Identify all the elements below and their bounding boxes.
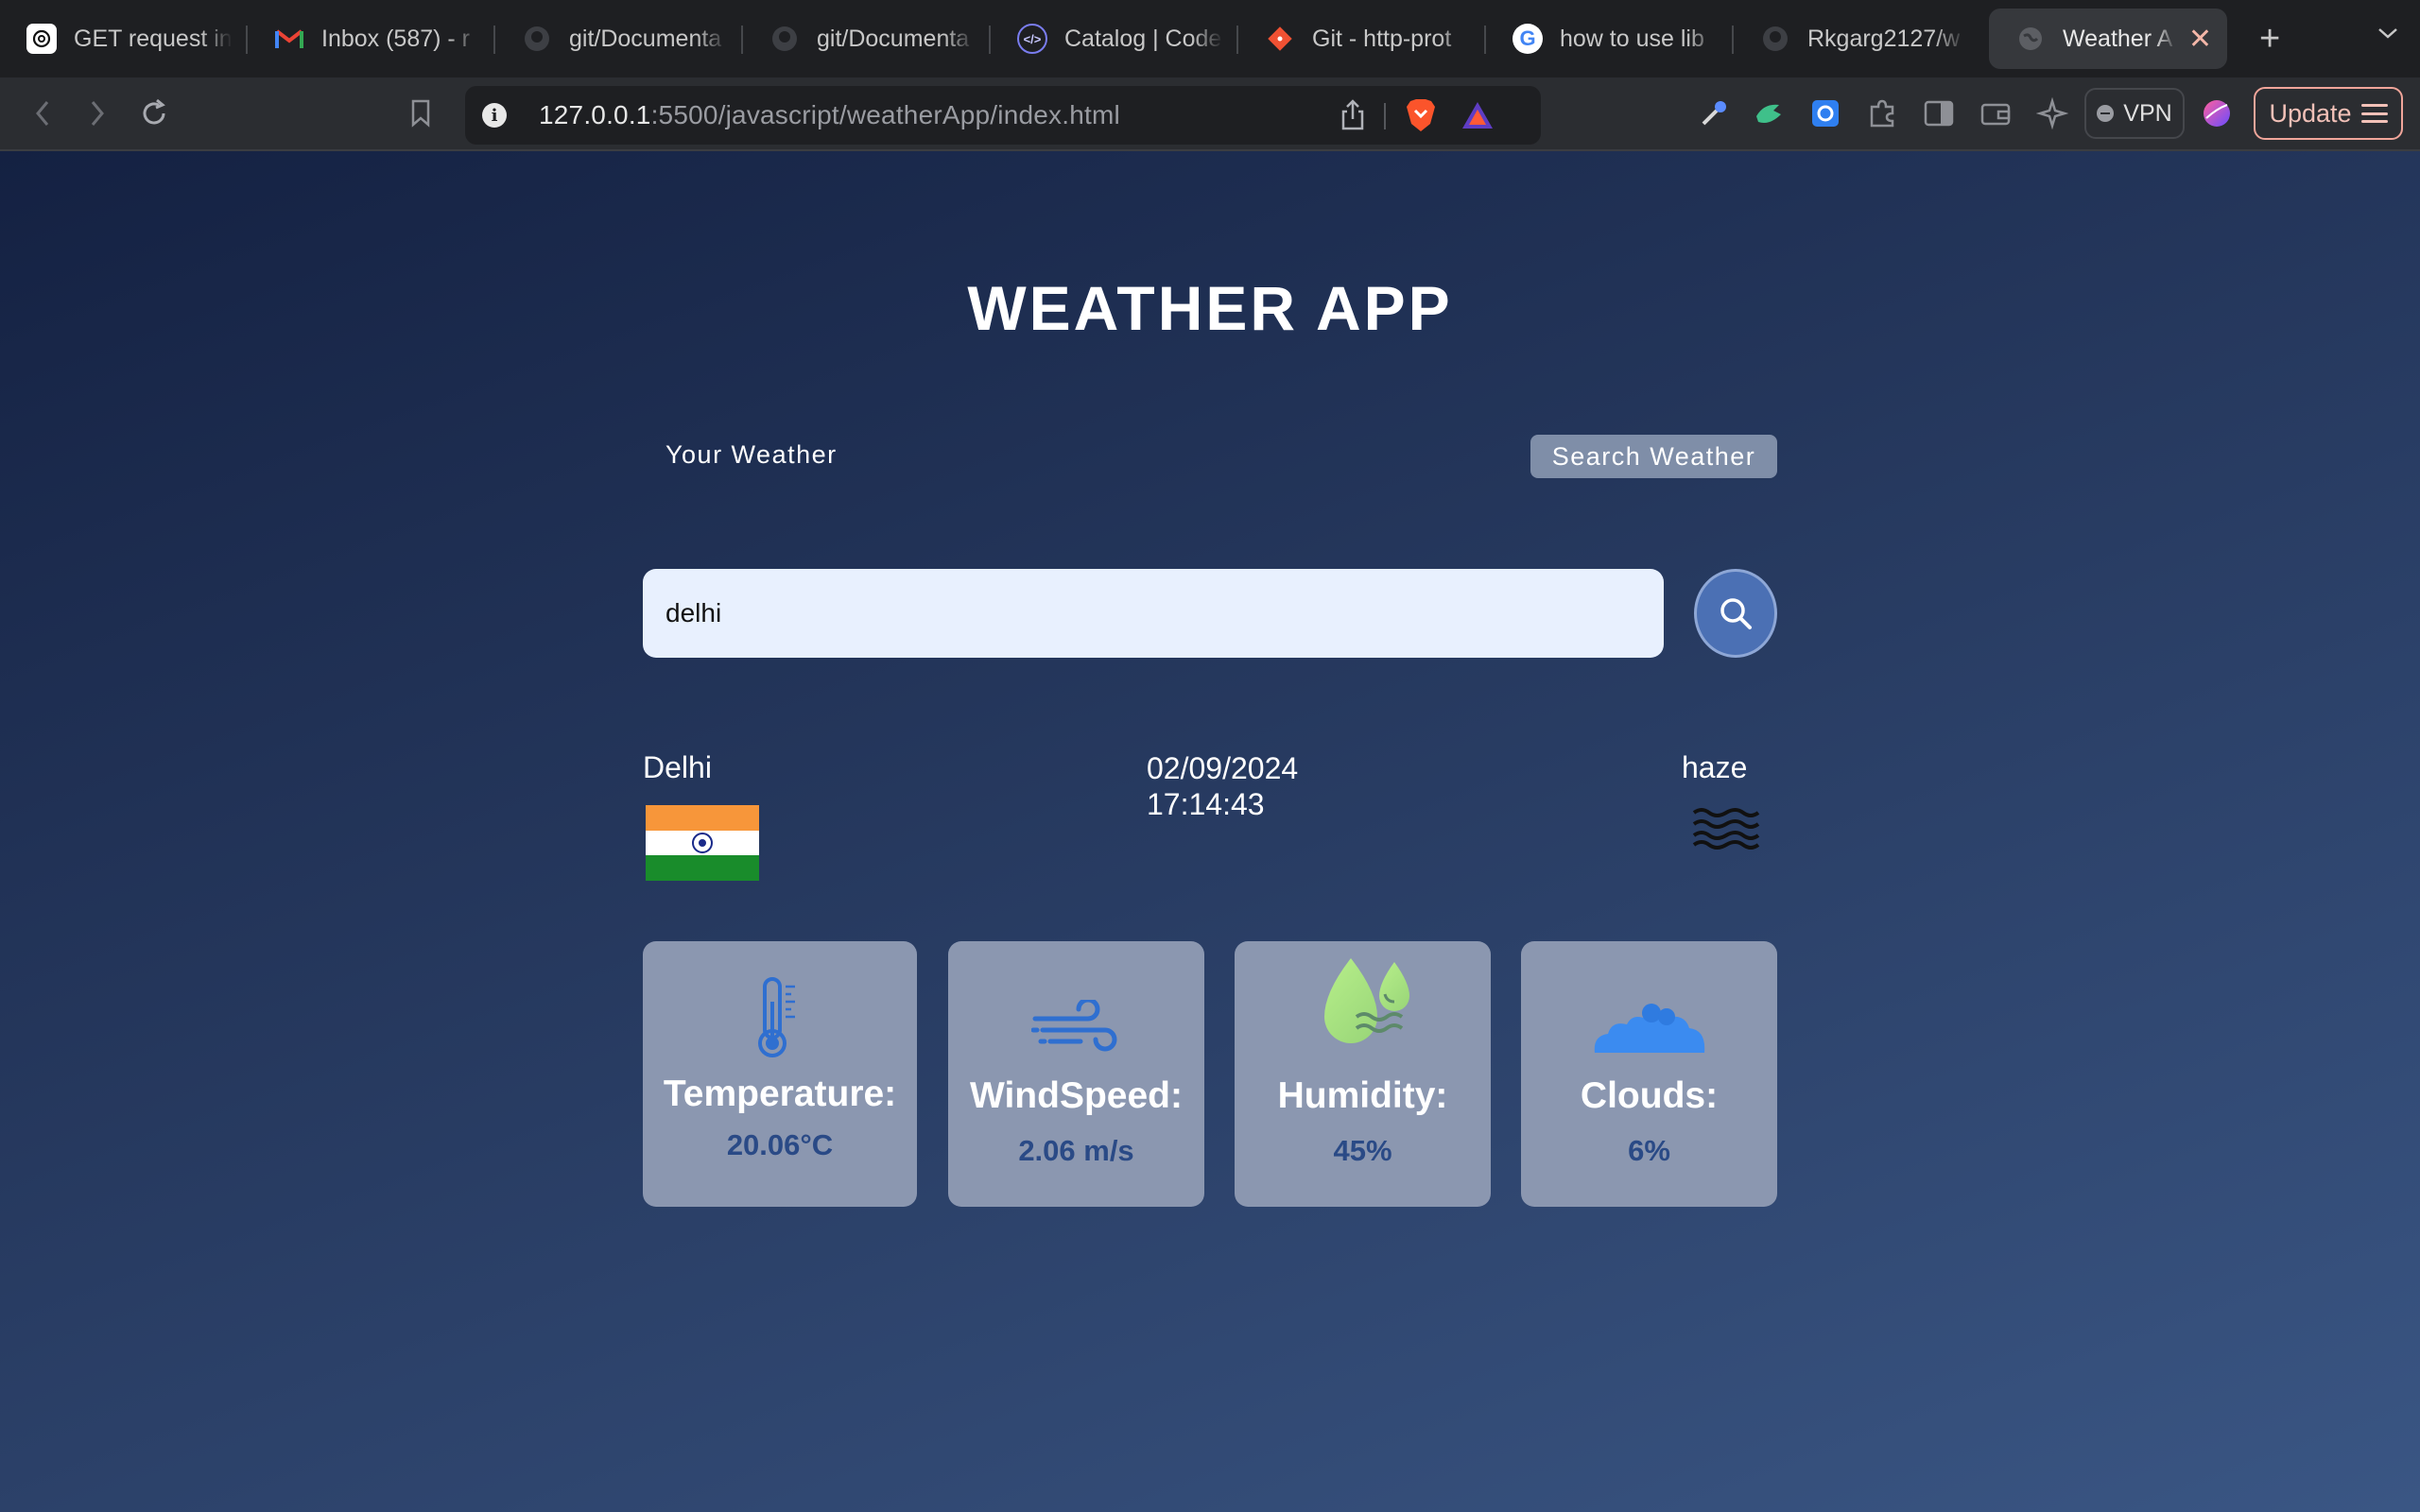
bird-extension-icon[interactable] bbox=[1751, 95, 1787, 131]
haze-icon bbox=[1692, 808, 1760, 850]
browser-tab[interactable]: Git - http-prot bbox=[1238, 9, 1486, 69]
share-icon[interactable] bbox=[1335, 97, 1371, 133]
browser-tab[interactable]: Rkgarg2127/w bbox=[1734, 9, 1981, 69]
eyedropper-icon[interactable] bbox=[1696, 95, 1732, 131]
chevron-down-icon[interactable] bbox=[2377, 21, 2399, 47]
clouds-card: Clouds: 6% bbox=[1521, 941, 1777, 1207]
brave-rewards-icon[interactable] bbox=[1460, 97, 1495, 133]
windspeed-label: WindSpeed: bbox=[970, 1075, 1183, 1116]
humidity-icon bbox=[1311, 941, 1415, 1057]
browser-tab[interactable]: GET request in bbox=[0, 9, 248, 69]
google-icon: G bbox=[1512, 24, 1543, 54]
tab-title: how to use lib bbox=[1560, 25, 1704, 52]
leo-ai-icon[interactable] bbox=[2034, 95, 2070, 131]
globe-icon bbox=[2015, 24, 2046, 54]
url-text[interactable]: 127.0.0.1:5500/javascript/weatherApp/ind… bbox=[539, 100, 1120, 130]
humidity-card: Humidity: 45% bbox=[1235, 941, 1491, 1207]
date-time: 02/09/2024 17:14:43 bbox=[1147, 750, 1298, 822]
browser-tab[interactable]: git/Documenta bbox=[743, 9, 991, 69]
clouds-label: Clouds: bbox=[1580, 1075, 1719, 1116]
humidity-label: Humidity: bbox=[1277, 1075, 1448, 1116]
extensions-puzzle-icon[interactable] bbox=[1864, 95, 1900, 131]
search-button[interactable] bbox=[1694, 569, 1777, 658]
menu-icon bbox=[2360, 104, 2388, 123]
github-icon bbox=[522, 24, 552, 54]
sidebar-icon[interactable] bbox=[1921, 95, 1957, 131]
windspeed-value: 2.06 m/s bbox=[1018, 1134, 1134, 1167]
profile-avatar-icon[interactable] bbox=[2199, 95, 2235, 131]
reload-icon[interactable] bbox=[134, 94, 174, 133]
clouds-value: 6% bbox=[1628, 1134, 1670, 1167]
browser-tab[interactable]: Inbox (587) - r bbox=[248, 9, 495, 69]
tab-title: git/Documenta bbox=[569, 25, 722, 52]
divider bbox=[1384, 103, 1386, 129]
gear-extension-icon[interactable] bbox=[1807, 95, 1843, 131]
tab-title: Catalog | Code bbox=[1064, 25, 1222, 52]
close-tab-icon[interactable]: ✕ bbox=[2188, 23, 2212, 56]
forward-icon[interactable] bbox=[78, 94, 117, 133]
browser-tab-active[interactable]: Weather A ✕ bbox=[1989, 9, 2227, 69]
time-text: 17:14:43 bbox=[1147, 787, 1265, 821]
update-button[interactable]: Update bbox=[2254, 87, 2403, 140]
temperature-value: 20.06°C bbox=[726, 1128, 834, 1161]
brave-shields-icon[interactable] bbox=[1403, 97, 1439, 133]
city-search-input[interactable] bbox=[643, 569, 1664, 658]
city-name: Delhi bbox=[643, 750, 712, 784]
wind-icon bbox=[1030, 941, 1122, 1057]
address-bar[interactable]: i 127.0.0.1:5500/javascript/weatherApp/i… bbox=[465, 86, 1541, 145]
browser-tab[interactable]: git/Documenta bbox=[495, 9, 743, 69]
windspeed-card: WindSpeed: 2.06 m/s bbox=[948, 941, 1204, 1207]
weather-description: haze bbox=[1682, 750, 1748, 784]
weather-app-page: WEATHER APP Your Weather Search Weather … bbox=[0, 151, 2420, 1512]
date-text: 02/09/2024 bbox=[1147, 751, 1299, 785]
url-path: :5500/javascript/weatherApp/index.html bbox=[650, 100, 1120, 129]
browser-toolbar: i 127.0.0.1:5500/javascript/weatherApp/i… bbox=[0, 77, 2420, 151]
search-icon bbox=[1720, 598, 1752, 629]
chatgpt-icon bbox=[26, 24, 57, 54]
india-flag-icon bbox=[646, 805, 759, 881]
tab-your-weather[interactable]: Your Weather bbox=[666, 440, 838, 470]
tab-search-weather[interactable]: Search Weather bbox=[1530, 435, 1777, 478]
back-icon[interactable] bbox=[23, 94, 62, 133]
tab-title: Weather A bbox=[2063, 25, 2173, 52]
wallet-icon[interactable] bbox=[1978, 95, 2014, 131]
browser-tab[interactable]: </> Catalog | Code bbox=[991, 9, 1238, 69]
tab-title: Git - http-prot bbox=[1312, 25, 1452, 52]
tab-title: GET request in bbox=[74, 25, 233, 52]
new-tab-icon[interactable]: + bbox=[2259, 19, 2280, 60]
github-icon bbox=[1760, 24, 1790, 54]
humidity-value: 45% bbox=[1333, 1134, 1392, 1167]
temperature-label: Temperature: bbox=[663, 1074, 897, 1114]
browser-tab[interactable]: G how to use lib bbox=[1486, 9, 1734, 69]
url-host: 127.0.0.1 bbox=[539, 100, 651, 129]
code-icon: </> bbox=[1017, 24, 1047, 54]
vpn-status-icon bbox=[2097, 105, 2115, 122]
tab-title: Rkgarg2127/w bbox=[1807, 25, 1961, 52]
page-title: WEATHER APP bbox=[967, 273, 1453, 343]
info-icon[interactable]: i bbox=[482, 103, 507, 128]
tab-title: git/Documenta bbox=[817, 25, 970, 52]
update-label: Update bbox=[2269, 98, 2352, 128]
vpn-button[interactable]: VPN bbox=[2084, 88, 2185, 139]
browser-tab-strip: GET request in Inbox (587) - r git/Docum… bbox=[0, 0, 2420, 77]
gmail-icon bbox=[274, 24, 304, 54]
tab-title: Inbox (587) - r bbox=[321, 25, 471, 52]
github-icon bbox=[769, 24, 800, 54]
git-icon bbox=[1265, 24, 1295, 54]
cloud-icon bbox=[1591, 941, 1708, 1057]
vpn-label: VPN bbox=[2123, 99, 2172, 127]
bookmark-icon[interactable] bbox=[401, 94, 441, 133]
thermometer-icon bbox=[753, 941, 806, 1060]
temperature-card: Temperature: 20.06°C bbox=[643, 941, 917, 1207]
